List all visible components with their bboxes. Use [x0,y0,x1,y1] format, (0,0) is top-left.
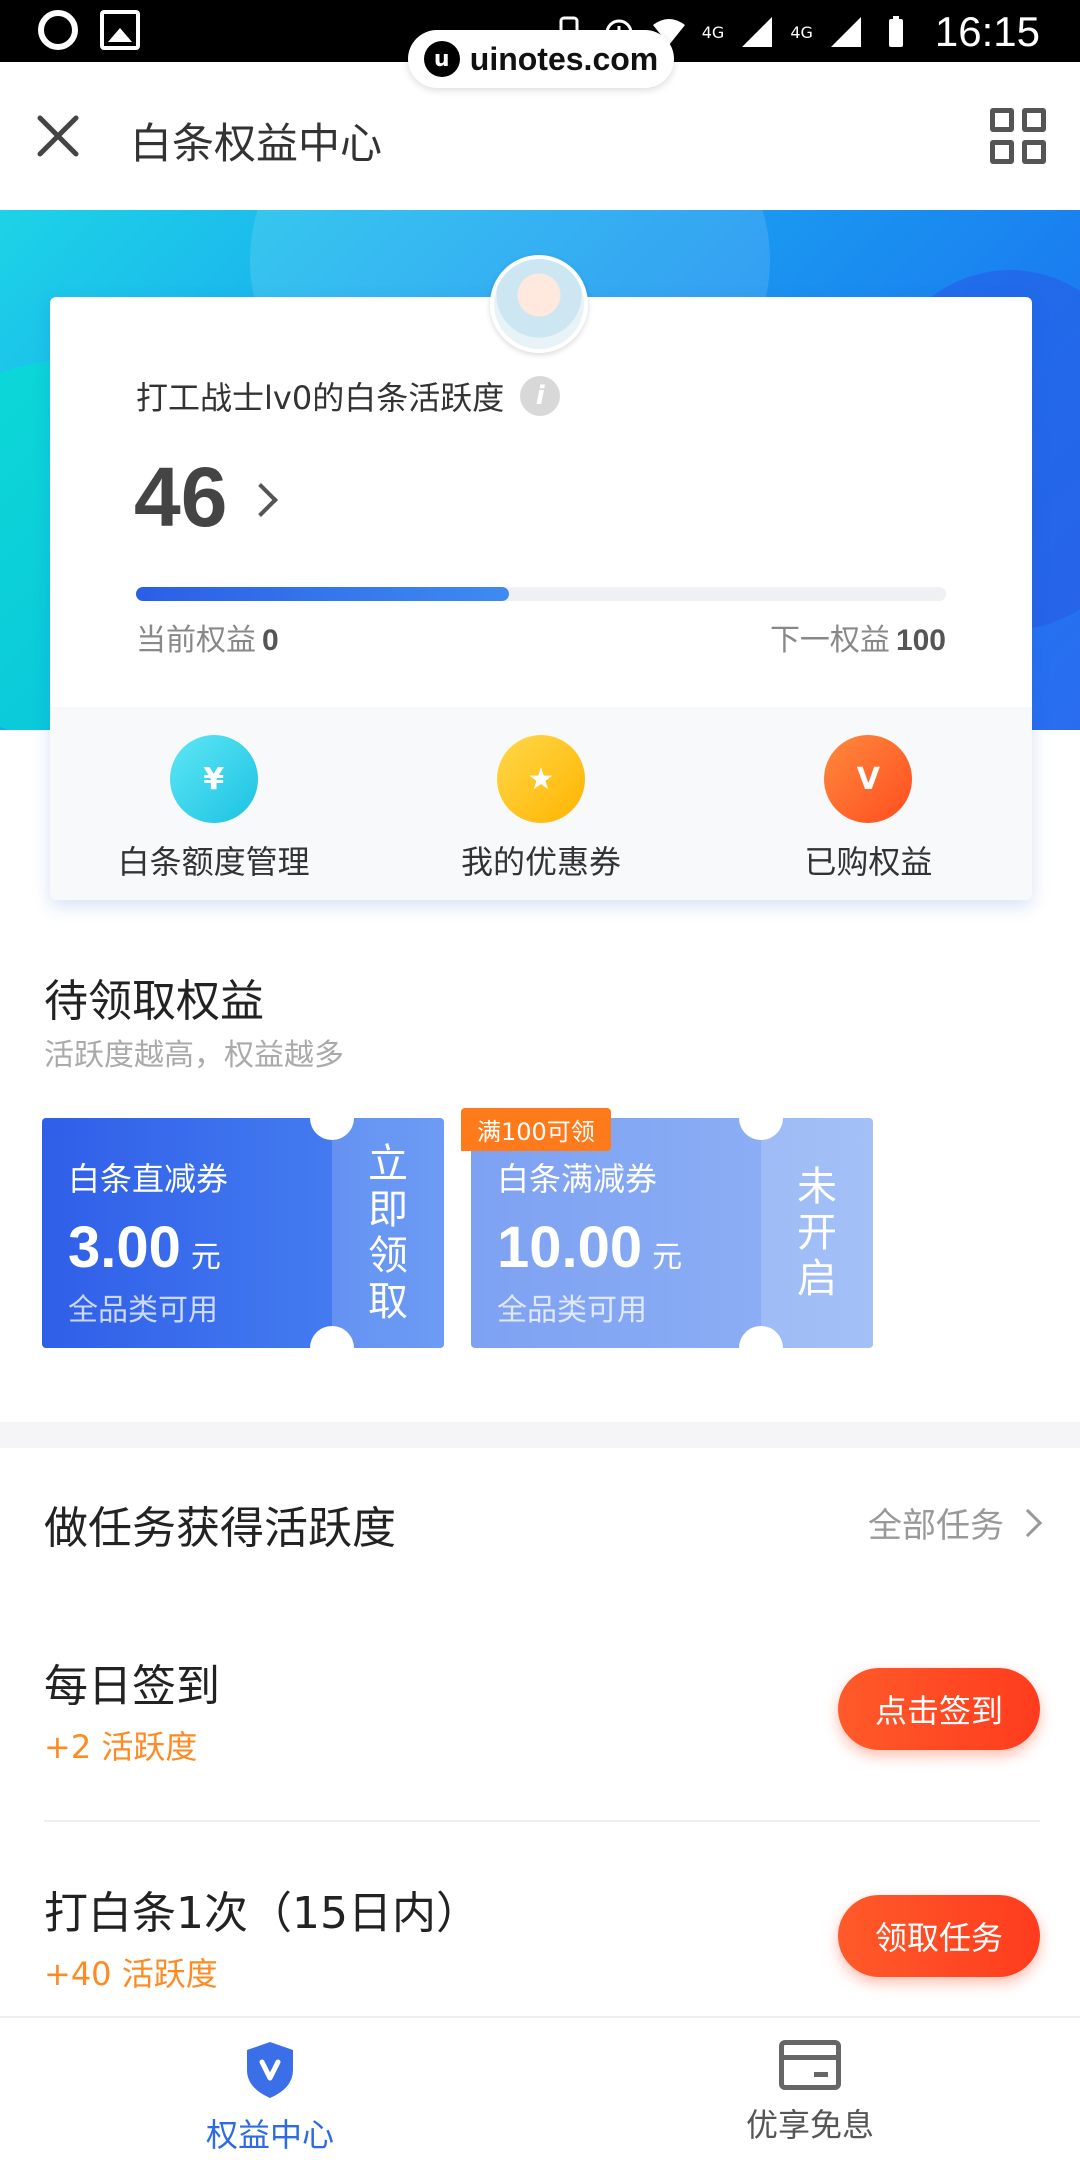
coupon-condition-badge: 满100可领 [461,1108,611,1151]
coupon-amount: 10.00 [497,1215,643,1280]
info-icon[interactable]: i [520,376,561,416]
chevron-right-icon [244,482,279,517]
uinotes-logo-icon: u [423,41,460,77]
section-divider [0,1422,1080,1448]
claim-task-button[interactable]: 领取任务 [838,1895,1040,1977]
next-benefit: 下一权益 100 [769,623,946,658]
tasks-title: 做任务获得活跃度 [44,1503,396,1554]
image-icon [100,10,140,50]
close-icon[interactable] [30,108,86,164]
netease-icon [38,10,78,50]
activity-label: 打工战士lv0的白条活跃度 [136,379,505,417]
checkin-button[interactable]: 点击签到 [838,1668,1040,1750]
watermark-text: uinotes.com [469,40,659,77]
task-reward: +40 活跃度 [44,1955,218,1993]
quick-action-my-coupons[interactable]: ★ 我的优惠券 [377,707,704,900]
task-use-baitiao: 打白条1次（15日内） +40 活跃度 领取任务 [44,1877,1040,2027]
quick-actions: ¥ 白条额度管理 ★ 我的优惠券 V 已购权益 [50,707,1032,900]
pending-benefits-subtitle: 活跃度越高，权益越多 [44,1038,344,1073]
quick-action-credit-management[interactable]: ¥ 白条额度管理 [50,707,377,900]
watermark: u uinotes.com [408,30,674,88]
task-name: 每日签到 [44,1661,220,1712]
signal-icon-2 [830,17,861,47]
activity-score: 46 [134,450,228,544]
tab-interest-free[interactable]: 优享免息 [540,2018,1080,2160]
activity-card: 打工战士lv0的白条活跃度 i 46 当前权益 0 下一权益 100 ¥ 白条额度管… [50,297,1032,900]
tab-benefits-center[interactable]: 权益中心 [0,2018,540,2160]
task-reward: +2 活跃度 [44,1728,198,1766]
divider [44,1820,1040,1822]
v-card-icon: V [824,735,913,823]
network-label-2: 4G [790,22,813,42]
all-tasks-link[interactable]: 全部任务 [868,1498,1043,1547]
coupon-amount: 3.00 [68,1215,181,1280]
signal-icon [742,17,773,47]
coupon-direct-discount[interactable]: 白条直减券 3.00 元 全品类可用 立 即 领 取 [42,1118,444,1348]
clock: 16:15 [934,8,1040,55]
task-daily-checkin: 每日签到 +2 活跃度 点击签到 [44,1650,1040,1800]
chevron-right-icon [1013,1508,1043,1537]
activity-score-link[interactable]: 46 [134,449,279,546]
network-label: 4G [701,22,725,42]
shield-v-icon [247,2042,293,2098]
pending-benefits-title: 待领取权益 [44,976,264,1027]
activity-progress-bar [136,587,946,601]
bottom-nav: 权益中心 优享免息 [0,2016,1080,2160]
card-icon [779,2040,841,2090]
avatar[interactable] [490,255,588,353]
grid-menu-icon[interactable] [990,108,1046,164]
task-name: 打白条1次（15日内） [44,1888,480,1939]
quick-action-purchased-benefits[interactable]: V 已购权益 [705,707,1032,900]
claim-now-button[interactable]: 立 即 领 取 [332,1118,444,1348]
current-benefit: 当前权益 0 [136,623,279,658]
not-open-status: 未 开 启 [761,1118,873,1348]
coupon-spend-discount[interactable]: 白条满减券 10.00 元 全品类可用 未 开 启 [471,1118,873,1348]
activity-progress-fill [136,587,509,601]
coupon-ticket-icon: ★ [496,735,585,823]
battery-icon [888,16,903,47]
wallet-yen-icon: ¥ [169,735,258,823]
page-title: 白条权益中心 [130,119,383,168]
